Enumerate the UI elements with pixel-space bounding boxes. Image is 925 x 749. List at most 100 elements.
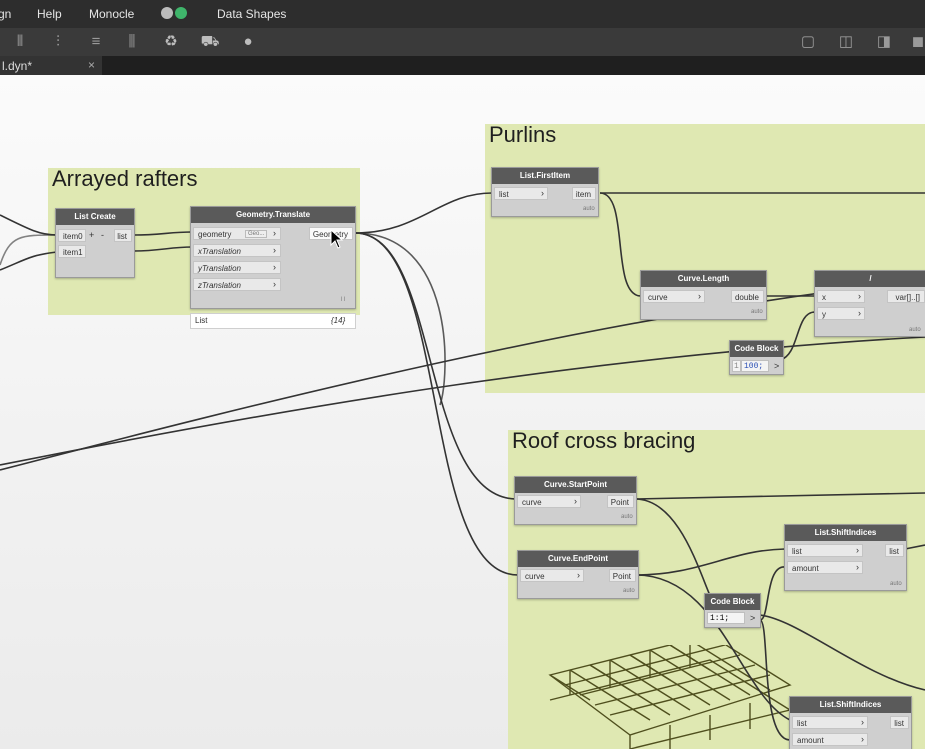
port-double-out[interactable]: double — [731, 290, 764, 303]
node-title: / — [815, 271, 925, 287]
menu-item-design[interactable]: gn — [0, 7, 11, 21]
tab-file[interactable]: l.dyn* × — [0, 56, 102, 75]
port-item1[interactable]: item1 — [58, 245, 86, 258]
node-geometry-translate[interactable]: Geometry.Translate geometry Geo... › xTr… — [190, 206, 356, 309]
node-curve-length[interactable]: Curve.Length curve › double auto — [640, 270, 767, 320]
toolbar: ⫴ ⫶ ≡ ⫼ ♻ ⛟ ● ▢ ◫ ◨ ◼ — [0, 28, 925, 56]
port-arrow-icon: › — [856, 545, 859, 555]
menu-item-data-shapes[interactable]: Data Shapes — [217, 7, 286, 21]
wires-layer — [0, 192, 925, 741]
code-editor[interactable]: 100; — [741, 360, 769, 372]
node-list-shiftindices[interactable]: List.ShiftIndices list › amount › list — [789, 696, 912, 749]
port-curve[interactable]: curve — [520, 569, 584, 582]
node-title: List.ShiftIndices — [785, 525, 906, 541]
node-title: List.ShiftIndices — [790, 697, 911, 713]
type-hint: Geo... — [245, 230, 268, 238]
port-out[interactable]: > — [774, 360, 779, 373]
code-editor[interactable]: 1:1; — [707, 612, 745, 624]
port-list-out[interactable]: list — [890, 716, 909, 729]
port-arrow-icon: › — [273, 228, 276, 238]
remove-port-button[interactable]: - — [101, 229, 104, 242]
node-list-create[interactable]: List Create item0 + - item1 list — [55, 208, 135, 278]
port-out[interactable]: > — [750, 612, 755, 625]
align-middle-icon[interactable]: ⫼ — [122, 32, 142, 52]
port-curve[interactable]: curve — [643, 290, 705, 303]
lacing-indicator: l l — [341, 297, 346, 303]
port-arrow-icon: › — [273, 245, 276, 255]
menu-item-monocle[interactable]: Monocle — [89, 7, 134, 21]
tab-bar: l.dyn* × — [0, 56, 925, 75]
port-ztranslation[interactable]: zTranslation — [193, 278, 281, 291]
align-top-icon[interactable]: ≡ — [86, 32, 106, 52]
close-icon[interactable]: × — [88, 58, 95, 72]
node-divide[interactable]: / x › y › var[]..[] auto — [814, 270, 925, 337]
port-geometry[interactable]: geometry — [193, 227, 281, 240]
node-list-shiftindices[interactable]: List.ShiftIndices list › amount › list a… — [784, 524, 907, 591]
port-xtranslation[interactable]: xTranslation — [193, 244, 281, 257]
menu-bar: gn Help Monocle Data Shapes — [0, 0, 925, 28]
align-center-icon[interactable]: ⫶ — [48, 32, 68, 52]
lacing-indicator: auto — [623, 588, 635, 594]
add-port-button[interactable]: + — [89, 229, 94, 242]
cart-icon[interactable]: ⛟ — [200, 32, 220, 52]
port-arrow-icon: › — [541, 188, 544, 198]
cube-export-icon[interactable]: ◨ — [874, 32, 894, 52]
node-title: Curve.StartPoint — [515, 477, 636, 493]
node-list-firstitem[interactable]: List.FirstItem list › item auto — [491, 167, 599, 217]
recycle-icon[interactable]: ♻ — [161, 32, 181, 52]
port-list[interactable]: list — [792, 716, 868, 729]
port-arrow-icon: › — [856, 562, 859, 572]
align-left-icon[interactable]: ⫴ — [10, 32, 30, 52]
port-item0[interactable]: item0 — [58, 229, 86, 242]
lacing-indicator: auto — [583, 206, 595, 212]
node-title: Curve.EndPoint — [518, 551, 638, 567]
package-status-icon[interactable] — [175, 7, 187, 19]
node-title: Curve.Length — [641, 271, 766, 287]
lacing-indicator: auto — [751, 309, 763, 315]
lacing-indicator: auto — [621, 514, 633, 520]
port-arrow-icon: › — [698, 291, 701, 301]
node-title: List Create — [56, 209, 134, 225]
port-list[interactable]: list — [494, 187, 548, 200]
tab-label: l.dyn* — [2, 59, 33, 73]
cube-solid-icon[interactable]: ◼ — [908, 32, 925, 52]
port-point-out[interactable]: Point — [609, 569, 636, 582]
node-title: Code Block — [705, 594, 760, 610]
port-item-out[interactable]: item — [572, 187, 596, 200]
graph-canvas[interactable]: Arrayed rafters Purlins Roof cross braci… — [0, 75, 925, 749]
node-title: List.FirstItem — [492, 168, 598, 184]
port-arrow-icon: › — [861, 717, 864, 727]
cube-outline-icon[interactable]: ▢ — [798, 32, 818, 52]
line-number: 1 — [732, 360, 741, 372]
port-list[interactable]: list — [787, 544, 863, 557]
package-toggle-icon[interactable] — [161, 7, 173, 19]
port-arrow-icon: › — [273, 279, 276, 289]
node-title: Geometry.Translate — [191, 207, 355, 223]
node-title: Code Block — [730, 341, 783, 357]
port-amount[interactable]: amount — [792, 733, 868, 746]
port-list-out[interactable]: list — [885, 544, 904, 557]
preview-label: List — [195, 316, 208, 325]
port-list-out[interactable]: list — [114, 229, 132, 242]
node-curve-endpoint[interactable]: Curve.EndPoint curve › Point auto — [517, 550, 639, 599]
cube-icon[interactable]: ◫ — [836, 32, 856, 52]
node-code-block[interactable]: Code Block 1 100; > — [729, 340, 784, 375]
port-arrow-icon: › — [574, 496, 577, 506]
port-arrow-icon: › — [858, 291, 861, 301]
mouse-cursor-icon — [330, 229, 344, 249]
lacing-indicator: auto — [909, 327, 921, 333]
port-curve[interactable]: curve — [517, 495, 581, 508]
port-arrow-icon: › — [858, 308, 861, 318]
preview-bubble[interactable]: List {14} — [190, 313, 356, 329]
menu-item-help[interactable]: Help — [37, 7, 62, 21]
port-point-out[interactable]: Point — [607, 495, 634, 508]
node-code-block[interactable]: Code Block 1:1; > — [704, 593, 761, 628]
bomb-icon[interactable]: ● — [238, 32, 258, 52]
port-ytranslation[interactable]: yTranslation — [193, 261, 281, 274]
port-arrow-icon: › — [273, 262, 276, 272]
port-amount[interactable]: amount — [787, 561, 863, 574]
port-var-out[interactable]: var[]..[] — [887, 290, 925, 303]
port-arrow-icon: › — [861, 734, 864, 744]
port-arrow-icon: › — [577, 570, 580, 580]
node-curve-startpoint[interactable]: Curve.StartPoint curve › Point auto — [514, 476, 637, 525]
